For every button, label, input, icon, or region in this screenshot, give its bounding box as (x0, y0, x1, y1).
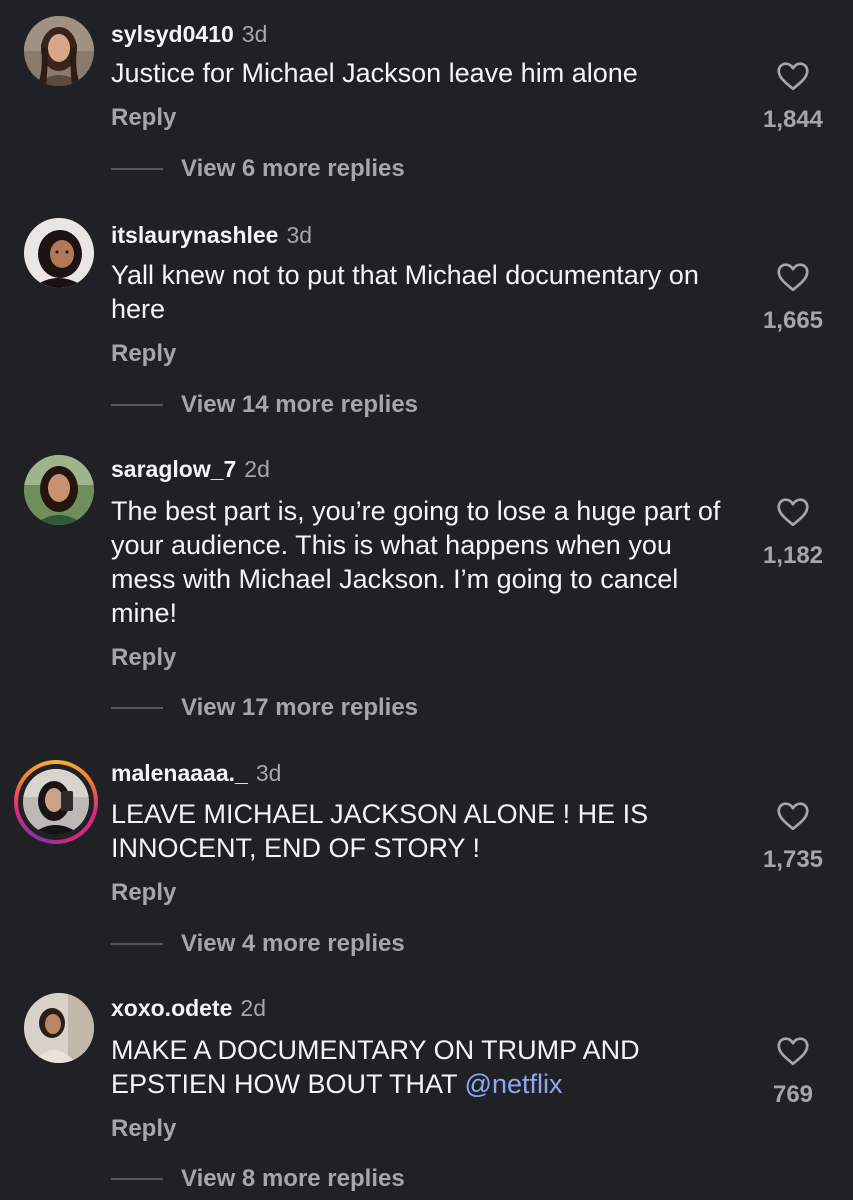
like-control: 1,665 (730, 259, 853, 335)
like-count: 1,182 (762, 542, 824, 569)
reply-button[interactable]: Reply (111, 879, 176, 907)
comment-header: saraglow_7 2d (111, 455, 270, 483)
profile-photo-icon (24, 16, 94, 86)
like-count: 1,844 (762, 106, 824, 133)
divider-line (111, 1178, 163, 1180)
username[interactable]: itslaurynashlee (111, 222, 278, 248)
avatar-ring-gap (18, 764, 94, 840)
view-replies-button[interactable]: View 8 more replies (111, 1165, 405, 1193)
view-replies-label: View 17 more replies (181, 694, 419, 721)
timestamp: 3d (255, 760, 282, 786)
like-count: 1,665 (762, 307, 824, 334)
timestamp: 2d (240, 995, 267, 1021)
comment-text: LEAVE MICHAEL JACKSON ALONE ! HE IS INNO… (111, 799, 649, 863)
avatar[interactable] (24, 16, 94, 86)
divider-line (111, 404, 163, 406)
view-replies-label: View 14 more replies (181, 391, 419, 418)
comment-text: Yall knew not to put that Michael docume… (111, 260, 699, 324)
like-count: 769 (772, 1081, 814, 1108)
like-control: 769 (730, 1033, 853, 1109)
avatar[interactable] (24, 993, 94, 1063)
timestamp: 3d (241, 21, 268, 47)
divider-line (111, 707, 163, 709)
view-replies-label: View 6 more replies (181, 155, 405, 182)
mention-link[interactable]: @netflix (465, 1069, 563, 1099)
avatar (23, 769, 89, 835)
comment-text: The best part is, you’re going to lose a… (111, 496, 721, 628)
reply-button[interactable]: Reply (111, 340, 176, 368)
comment-text: MAKE A DOCUMENTARY ON TRUMP AND EPSTIEN … (111, 1033, 731, 1101)
username[interactable]: sylsyd0410 (111, 21, 234, 47)
comment-header: xoxo.odete 2d (111, 994, 266, 1022)
profile-photo-icon (24, 993, 94, 1063)
profile-photo-icon (23, 769, 89, 835)
profile-photo-icon (24, 455, 94, 525)
heart-outline-icon[interactable] (775, 798, 811, 834)
view-replies-label: View 8 more replies (181, 1165, 405, 1192)
view-replies-button[interactable]: View 14 more replies (111, 391, 418, 419)
reply-button[interactable]: Reply (111, 104, 176, 132)
view-replies-button[interactable]: View 4 more replies (111, 930, 405, 958)
like-count: 1,735 (762, 846, 824, 873)
heart-outline-icon[interactable] (775, 494, 811, 530)
profile-photo-icon (24, 218, 94, 288)
view-replies-label: View 4 more replies (181, 930, 405, 957)
divider-line (111, 168, 163, 170)
username[interactable]: saraglow_7 (111, 456, 236, 482)
like-control: 1,182 (730, 494, 853, 570)
view-replies-button[interactable]: View 6 more replies (111, 155, 405, 183)
avatar[interactable] (24, 455, 94, 525)
reply-button[interactable]: Reply (111, 1115, 176, 1143)
username[interactable]: xoxo.odete (111, 995, 232, 1021)
heart-outline-icon[interactable] (775, 1033, 811, 1069)
comment-header: malenaaaa._ 3d (111, 759, 281, 787)
view-replies-button[interactable]: View 17 more replies (111, 694, 418, 722)
avatar-story-ring[interactable] (14, 760, 98, 844)
heart-outline-icon[interactable] (775, 58, 811, 94)
timestamp: 2d (244, 456, 270, 482)
timestamp: 3d (286, 222, 313, 248)
comment-header: sylsyd0410 3d (111, 20, 267, 48)
comment-text: Justice for Michael Jackson leave him al… (111, 58, 638, 88)
username[interactable]: malenaaaa._ (111, 760, 248, 786)
divider-line (111, 943, 163, 945)
comment-header: itslaurynashlee 3d (111, 221, 312, 249)
like-control: 1,844 (730, 58, 853, 134)
like-control: 1,735 (730, 798, 853, 874)
reply-button[interactable]: Reply (111, 644, 176, 672)
avatar[interactable] (24, 218, 94, 288)
heart-outline-icon[interactable] (775, 259, 811, 295)
